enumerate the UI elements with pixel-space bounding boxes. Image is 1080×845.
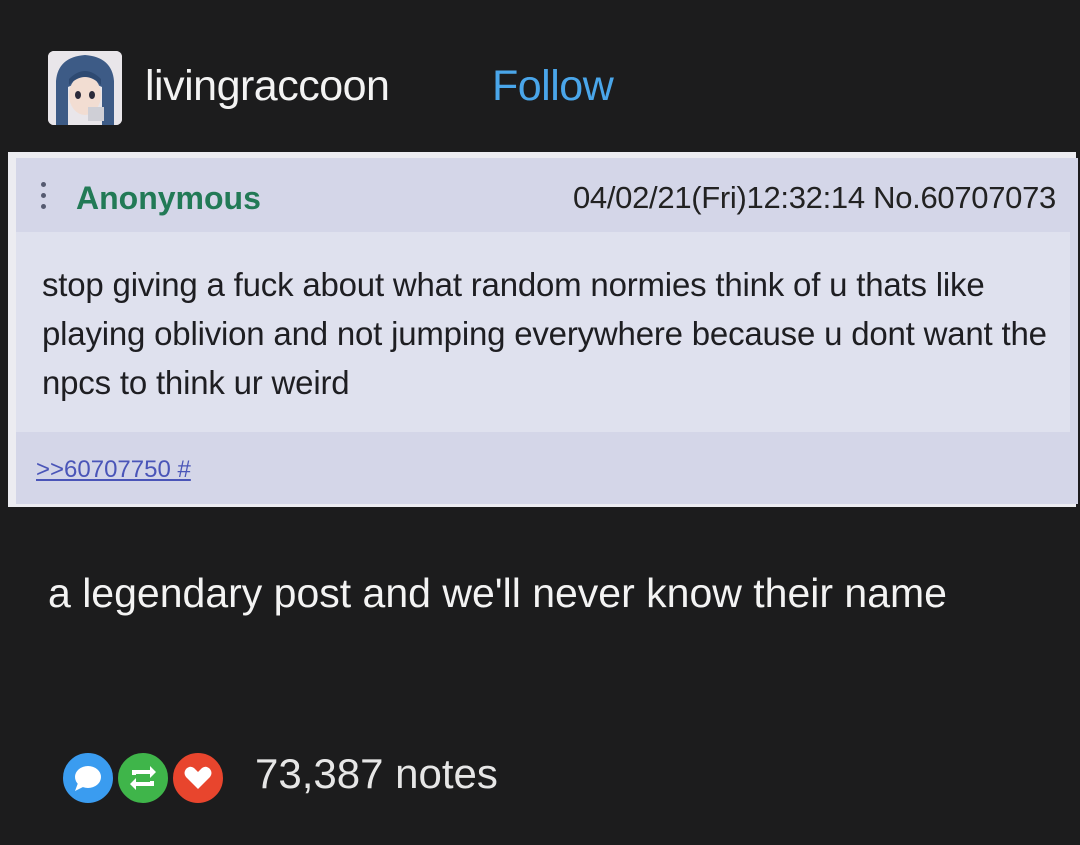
notes-count[interactable]: 73,387 notes <box>255 750 498 798</box>
avatar-image <box>48 51 122 125</box>
post-body: stop giving a fuck about what random nor… <box>16 232 1078 432</box>
like-heart-icon[interactable] <box>170 750 226 806</box>
embedded-post: Anonymous 04/02/21(Fri)12:32:14 No.60707… <box>8 152 1078 507</box>
avatar[interactable] <box>48 51 122 125</box>
post-header: livingraccoon Follow <box>0 0 1080 152</box>
reply-link[interactable]: >>60707750 # <box>36 456 191 484</box>
reblog-icon[interactable] <box>115 750 171 806</box>
post-timestamp-id: 04/02/21(Fri)12:32:14 No.60707073 <box>572 180 1056 215</box>
reaction-icons[interactable] <box>60 750 226 806</box>
post-meta-bar: Anonymous 04/02/21(Fri)12:32:14 No.60707… <box>16 158 1078 232</box>
post-menu-icon[interactable] <box>40 182 48 214</box>
post-text: stop giving a fuck about what random nor… <box>42 266 1047 401</box>
post-author: Anonymous <box>76 180 261 216</box>
follow-button[interactable]: Follow <box>492 62 614 111</box>
caption-text: a legendary post and we'll never know th… <box>48 570 947 616</box>
reply-bubble-icon[interactable] <box>60 750 116 806</box>
post-footer: >>60707750 # <box>16 432 1078 504</box>
username[interactable]: livingraccoon <box>145 62 390 111</box>
